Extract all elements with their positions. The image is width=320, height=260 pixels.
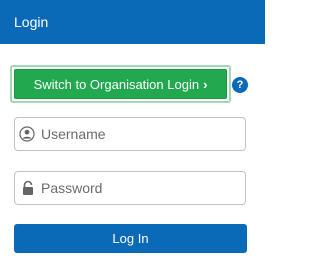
- lock-icon: [15, 180, 41, 196]
- username-input[interactable]: [41, 126, 231, 142]
- login-header: Login: [0, 0, 265, 44]
- login-panel: Login Switch to Organisation Login › ? U…: [0, 0, 265, 260]
- help-icon[interactable]: ?: [232, 77, 248, 93]
- help-glyph: ?: [236, 79, 244, 91]
- switch-to-organisation-login-button[interactable]: Switch to Organisation Login ›: [14, 69, 227, 99]
- switch-button-focus-ring: Switch to Organisation Login ›: [10, 65, 231, 103]
- password-field[interactable]: [14, 171, 246, 205]
- header-title: Login: [14, 14, 49, 30]
- chevron-right-icon: ›: [203, 76, 208, 92]
- password-input[interactable]: [41, 180, 231, 196]
- login-button[interactable]: Log In: [14, 224, 247, 253]
- username-field[interactable]: [14, 117, 246, 151]
- switch-button-label: Switch to Organisation Login: [33, 76, 200, 92]
- user-icon: [15, 126, 41, 142]
- login-button-label: Log In: [112, 231, 149, 246]
